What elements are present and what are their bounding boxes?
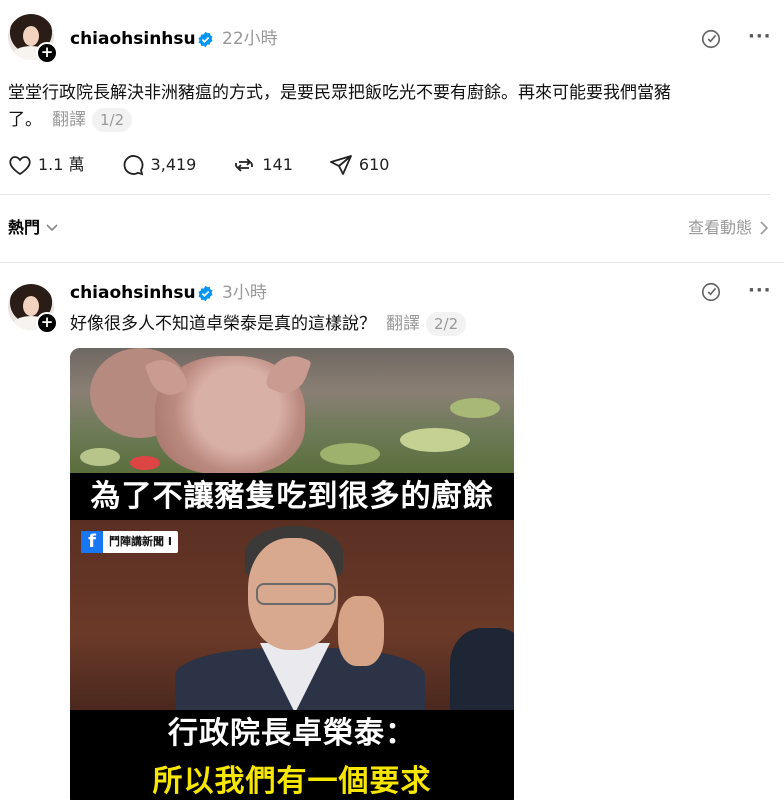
more-icon[interactable]: ··· (748, 282, 772, 300)
divider (0, 262, 784, 263)
view-activity-label: 查看動態 (687, 218, 752, 237)
chevron-right-icon (760, 221, 768, 235)
comment-icon (123, 155, 143, 176)
post-body: 堂堂行政院長解決非洲豬瘟的方式，是要民眾把飯吃光不要有廚餘。再來可能要我們當豬 … (8, 80, 778, 134)
share-count: 610 (358, 155, 390, 174)
heart-icon (9, 156, 31, 176)
post-actions: 1.1 萬 3,419 141 610 (8, 152, 425, 178)
post-time: 22小時 (222, 29, 278, 49)
more-icon[interactable]: ··· (748, 28, 772, 46)
follow-plus-icon[interactable]: + (36, 42, 58, 64)
repost-icon (235, 158, 254, 172)
comment-count: 3,419 (150, 155, 197, 174)
image-caption-mid: 行政院長卓榮泰： (70, 710, 514, 758)
chevron-down-icon (46, 224, 58, 232)
image-caption-top: 為了不讓豬隻吃到很多的廚餘 (70, 473, 514, 521)
sticker-icon[interactable] (700, 281, 722, 303)
post-text: 好像很多人不知道卓榮泰是真的這樣說？ (70, 314, 376, 334)
image-caption-bottom: 所以我們有一個要求 (70, 758, 514, 800)
feed-sort-label: 熱門 (8, 218, 41, 237)
post-time: 3小時 (222, 283, 267, 303)
post-image[interactable]: 為了不讓豬隻吃到很多的廚餘 f 鬥陣講新聞 I 行政院長卓榮泰： 所以我們有一個… (70, 348, 514, 800)
follow-plus-icon[interactable]: + (36, 312, 58, 334)
source-tag: f 鬥陣講新聞 I (81, 531, 178, 553)
username[interactable]: chiaohsinhsu (70, 29, 196, 49)
repost-button[interactable]: 141 (232, 153, 293, 177)
thread-pager: 1/2 (92, 108, 133, 132)
thread-pager: 2/2 (426, 312, 467, 336)
translate-link[interactable]: 翻譯 (52, 110, 86, 130)
post-body: 好像很多人不知道卓榮泰是真的這樣說？ 翻譯 2/2 (70, 311, 770, 338)
source-label: 鬥陣講新聞 I (109, 535, 172, 548)
sticker-icon[interactable] (700, 28, 722, 50)
post-text-line2: 了。 (8, 110, 42, 130)
share-button[interactable]: 610 (329, 153, 390, 177)
share-icon (330, 155, 352, 175)
verified-icon (198, 31, 213, 48)
view-activity-link[interactable]: 查看動態 (688, 217, 768, 239)
comment-button[interactable]: 3,419 (121, 153, 197, 177)
verified-icon (198, 285, 213, 302)
feed-sort-dropdown[interactable]: 熱門 (8, 217, 58, 239)
like-count: 1.1 萬 (38, 155, 85, 174)
translate-link[interactable]: 翻譯 (386, 314, 420, 334)
like-button[interactable]: 1.1 萬 (8, 154, 85, 176)
pig-photo (70, 348, 514, 474)
repost-count: 141 (262, 155, 293, 174)
facebook-icon: f (81, 531, 103, 553)
post-text-line1: 堂堂行政院長解決非洲豬瘟的方式，是要民眾把飯吃光不要有廚餘。再來可能要我們當豬 (8, 83, 671, 103)
username[interactable]: chiaohsinhsu (70, 283, 196, 303)
divider (0, 194, 770, 195)
